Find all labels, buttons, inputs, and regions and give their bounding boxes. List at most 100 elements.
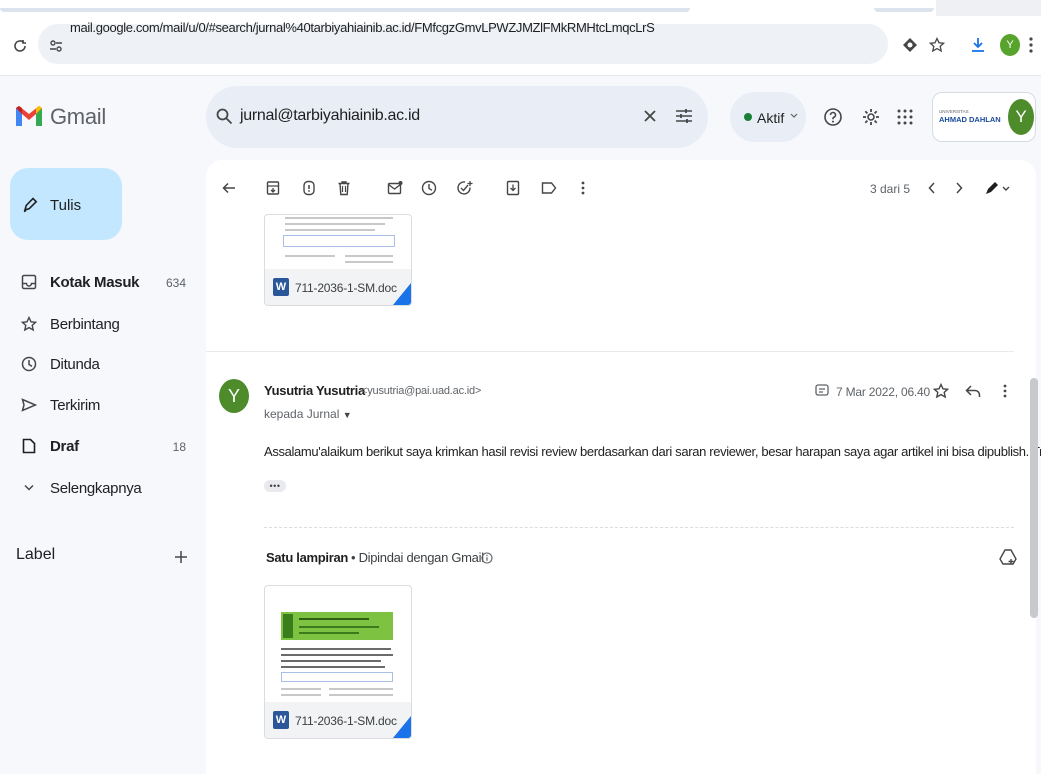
attachment-filename: 711-2036-1-SM.doc	[295, 281, 397, 295]
send-icon	[20, 396, 38, 414]
inbox-icon	[20, 273, 38, 291]
message-divider	[206, 351, 1014, 352]
preview-line	[281, 688, 321, 690]
search-icon[interactable]	[214, 106, 234, 126]
report-spam-icon[interactable]	[298, 176, 320, 200]
preview-line	[329, 694, 393, 696]
label-tag-icon[interactable]	[538, 176, 560, 200]
back-arrow-icon[interactable]	[218, 176, 240, 200]
preview-line	[281, 648, 391, 650]
profile-avatar[interactable]: Y	[1000, 34, 1020, 56]
more-options-icon[interactable]	[572, 176, 594, 200]
preview-line	[285, 223, 385, 225]
scrollbar-thumb[interactable]	[1030, 378, 1038, 618]
scan-status: • Dipindai dengan Gmail	[351, 550, 484, 565]
attachment-thumbnail[interactable]: W 711-2036-1-SM.doc	[264, 585, 412, 739]
sidebar-item-kotak-masuk[interactable]: Kotak Masuk 634	[0, 263, 206, 301]
attachment-footer: W 711-2036-1-SM.doc	[265, 702, 411, 738]
message-more-icon[interactable]	[1000, 382, 1010, 400]
preview-line	[329, 688, 393, 690]
older-chevron-icon[interactable]	[921, 176, 943, 200]
show-trimmed-content-button[interactable]: •••	[264, 480, 286, 492]
reply-icon[interactable]	[964, 382, 982, 400]
attachment-thumbnail[interactable]: W 711-2036-1-SM.doc	[264, 214, 412, 306]
add-label-icon[interactable]	[172, 548, 190, 566]
sender-name[interactable]: Yusutria Yusutria	[264, 383, 365, 398]
account-avatar[interactable]: Y	[1008, 99, 1034, 135]
preview-line	[281, 694, 321, 696]
url-text[interactable]: mail.google.com/mail/u/0/#search/jurnal%…	[70, 20, 655, 35]
snooze-clock-icon[interactable]	[418, 176, 440, 200]
attachment-footer: W 711-2036-1-SM.doc	[265, 269, 411, 305]
star-icon[interactable]	[932, 382, 950, 400]
bookmark-star-icon[interactable]	[928, 36, 946, 54]
preview-box	[283, 235, 395, 247]
pagination-label: 3 dari 5	[870, 182, 911, 196]
preview-line	[299, 618, 369, 620]
sidebar-item-label: Draf	[50, 438, 79, 455]
recipient-label: kepada Jurnal	[264, 407, 340, 421]
extension-icon[interactable]	[901, 36, 919, 54]
preview-line	[285, 217, 393, 219]
browser-tab-strip	[0, 0, 1041, 16]
sidebar-item-selengkapnya[interactable]: Selengkapnya	[0, 469, 206, 507]
svg-text:AHMAD DAHLAN: AHMAD DAHLAN	[939, 115, 1001, 124]
corner-fold	[393, 283, 411, 305]
svg-text:UNIVERSITAS: UNIVERSITAS	[939, 109, 969, 114]
archive-icon[interactable]	[262, 176, 284, 200]
sidebar-item-ditunda[interactable]: Ditunda	[0, 345, 206, 383]
site-settings-icon[interactable]	[48, 38, 64, 54]
unread-count: 634	[165, 276, 186, 290]
sidebar-item-label: Kotak Masuk	[50, 274, 140, 291]
clear-search-icon[interactable]	[640, 106, 660, 126]
recipient-details[interactable]: kepada Jurnal ▼	[264, 407, 352, 421]
newer-chevron-icon[interactable]	[948, 176, 970, 200]
add-task-icon[interactable]	[454, 176, 476, 200]
tab-indicator	[0, 8, 690, 12]
reload-icon[interactable]	[10, 36, 30, 56]
sidebar-item-terkirim[interactable]: Terkirim	[0, 386, 206, 424]
attachment-clip-icon	[814, 382, 830, 398]
settings-gear-icon[interactable]	[860, 106, 882, 128]
sender-avatar[interactable]: Y	[219, 379, 249, 413]
info-icon[interactable]	[480, 551, 494, 565]
word-doc-icon: W	[273, 278, 289, 296]
compose-label[interactable]: Tulis	[50, 197, 81, 214]
preview-header-logo	[283, 614, 293, 638]
sidebar-item-label: Ditunda	[50, 356, 100, 373]
organization-logo: UNIVERSITAS AHMAD DAHLAN	[938, 107, 1002, 127]
gmail-logo-text[interactable]: Gmail	[50, 104, 106, 130]
message-toolbar	[206, 162, 1036, 218]
sidebar-item-label: Berbintang	[50, 316, 120, 333]
preview-line	[345, 255, 393, 257]
preview-line	[299, 626, 379, 628]
move-to-icon[interactable]	[502, 176, 524, 200]
chevron-down-icon[interactable]	[789, 111, 799, 121]
chevron-down-icon	[20, 479, 38, 497]
attachment-filename: 711-2036-1-SM.doc	[295, 714, 397, 728]
sidebar-item-draf[interactable]: Draf 18	[0, 427, 206, 465]
preview-line	[299, 632, 359, 634]
status-label[interactable]: Aktif	[757, 110, 784, 126]
corner-fold	[393, 716, 411, 738]
download-icon[interactable]	[968, 35, 988, 55]
draft-count: 18	[172, 440, 186, 454]
gmail-logo-icon[interactable]	[14, 104, 44, 128]
more-vert-icon[interactable]	[1026, 36, 1036, 54]
input-tools-pen-icon[interactable]	[982, 176, 1012, 200]
message-date: 7 Mar 2022, 06.40	[836, 385, 931, 399]
preview-line	[285, 229, 375, 231]
delete-icon[interactable]	[333, 176, 355, 200]
sender-email: <yusutria@pai.uad.ac.id>	[361, 385, 482, 397]
search-options-icon[interactable]	[674, 106, 694, 126]
caret-down-icon[interactable]: ▼	[343, 410, 352, 420]
tab-indicator	[874, 8, 934, 12]
apps-grid-icon[interactable]	[895, 107, 915, 127]
mark-unread-icon[interactable]	[384, 176, 406, 200]
help-icon[interactable]	[822, 106, 844, 128]
message-body: Assalamu'alaikum berikut saya krimkan ha…	[264, 444, 1041, 459]
add-to-drive-icon[interactable]	[998, 547, 1018, 567]
search-input[interactable]: jurnal@tarbiyahiainib.ac.id	[240, 107, 420, 125]
labels-heading: Label	[16, 546, 56, 563]
sidebar-item-berbintang[interactable]: Berbintang	[0, 305, 206, 343]
